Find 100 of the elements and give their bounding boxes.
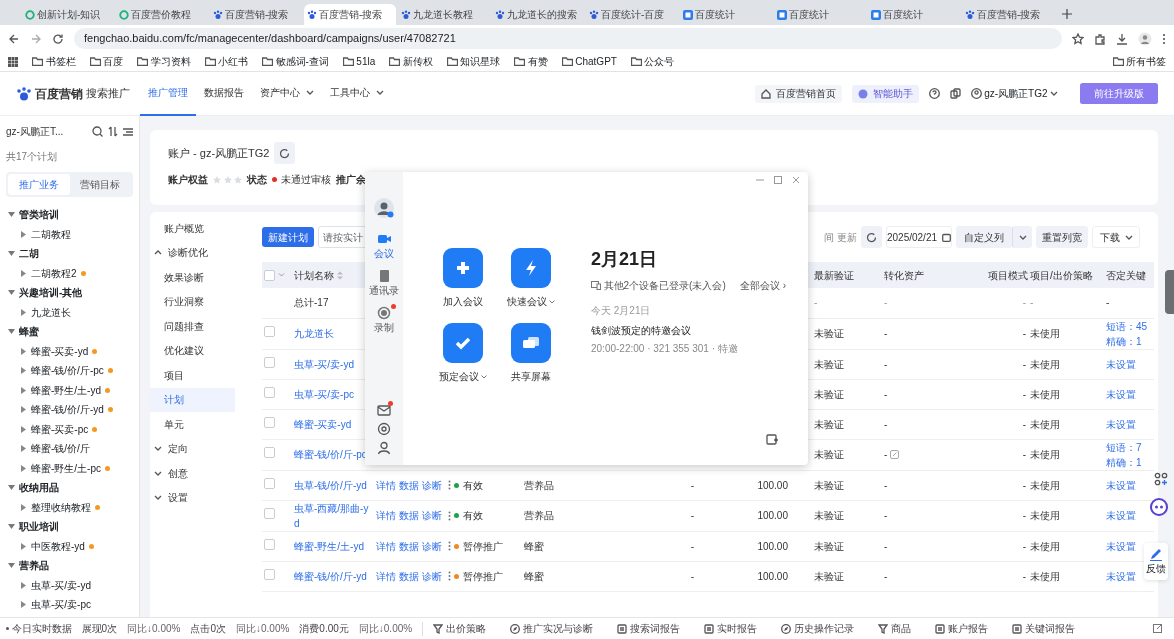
- report-link[interactable]: 实时报告: [704, 621, 758, 636]
- custom-columns-button[interactable]: 自定义列: [956, 226, 1012, 248]
- tree-item[interactable]: 蜂蜜-野生/土-pc: [31, 460, 101, 476]
- column-header[interactable]: 转化资产: [884, 269, 924, 281]
- tree-item[interactable]: 中医教程-yd: [31, 538, 85, 554]
- mail-icon[interactable]: [377, 403, 391, 417]
- browser-tab[interactable]: 百度营销-搜索: [962, 4, 1054, 25]
- bookmark-link[interactable]: 所有书签: [1112, 54, 1166, 69]
- rail-tab[interactable]: 录制: [374, 306, 394, 335]
- meeting-action-button[interactable]: 共享屏幕: [497, 323, 565, 384]
- copy-icon[interactable]: [949, 88, 961, 99]
- bookmark-link[interactable]: 书签栏: [32, 54, 76, 69]
- meeting-action-button[interactable]: 加入会议: [429, 248, 497, 309]
- new-tab-icon[interactable]: [1062, 9, 1072, 19]
- browser-tab[interactable]: 百度统计: [680, 4, 772, 25]
- nav-item[interactable]: 账户概览: [150, 216, 235, 241]
- address-bar[interactable]: fengchao.baidu.com/fc/managecenter/dashboard/campaigns/user/47082721: [74, 28, 1062, 49]
- tree-item[interactable]: 整理收纳教程: [31, 499, 91, 515]
- search-icon[interactable]: [92, 126, 103, 137]
- collapsed-triangle-icon[interactable]: [20, 503, 27, 511]
- action-link[interactable]: 数据: [399, 568, 419, 584]
- nav-item[interactable]: 诊断优化: [150, 240, 235, 265]
- collapsed-triangle-icon[interactable]: [20, 425, 27, 433]
- checkbox[interactable]: [264, 269, 275, 281]
- browser-tab[interactable]: 九龙道长教程: [398, 4, 490, 25]
- collapsed-triangle-icon[interactable]: [20, 308, 27, 316]
- user-icon[interactable]: [377, 441, 391, 455]
- tree-item[interactable]: 收纳用品: [19, 480, 59, 496]
- report-link[interactable]: 账户报告: [935, 621, 989, 636]
- tree-item[interactable]: 兴趣培训-其他: [19, 285, 83, 301]
- browser-tab[interactable]: 九龙道长的搜索: [492, 4, 584, 25]
- report-link[interactable]: 搜索词报告: [617, 621, 681, 636]
- sort-icon[interactable]: [108, 126, 118, 137]
- action-link[interactable]: 数据: [399, 477, 419, 493]
- calendar-add-icon[interactable]: [766, 433, 778, 445]
- bookmark-link[interactable]: 新传权: [389, 54, 433, 69]
- extension-icon[interactable]: [1094, 32, 1106, 45]
- nav-tab[interactable]: 工具中心: [322, 71, 392, 116]
- plan-link[interactable]: 虫草-钱/价/斤-yd: [294, 477, 372, 493]
- checkbox[interactable]: [264, 416, 275, 428]
- bookmark-link[interactable]: 知识星球: [446, 54, 501, 69]
- bookmark-link[interactable]: ChatGPT: [561, 54, 617, 69]
- nav-item[interactable]: 行业洞察: [150, 289, 235, 314]
- date-field[interactable]: 2025/02/21: [886, 226, 952, 248]
- checkbox[interactable]: [264, 477, 275, 489]
- nav-tab[interactable]: 资产中心: [252, 71, 322, 116]
- action-link[interactable]: 诊断: [422, 477, 442, 493]
- tree-item[interactable]: 管类培训: [19, 207, 59, 223]
- negative-keyword-link[interactable]: 未设置: [1106, 356, 1136, 372]
- expanded-triangle-icon[interactable]: [8, 523, 15, 531]
- tree-item[interactable]: 二胡教程2: [31, 265, 77, 281]
- negative-keyword-link[interactable]: 未设置: [1106, 508, 1136, 523]
- assistant-button[interactable]: 智能助手: [851, 84, 919, 103]
- more-icon[interactable]: [448, 480, 451, 490]
- collapsed-triangle-icon[interactable]: [20, 542, 27, 550]
- all-meetings-link[interactable]: 全部会议 ›: [739, 278, 786, 293]
- checkbox[interactable]: [264, 508, 275, 519]
- report-link[interactable]: 推广实况与诊断: [510, 621, 594, 636]
- tree-item[interactable]: 蜂蜜-买卖-pc: [31, 421, 89, 437]
- nav-item[interactable]: 定向: [150, 436, 235, 461]
- negative-keyword-link[interactable]: 精确：1: [1106, 333, 1142, 349]
- refresh-button[interactable]: [861, 226, 882, 248]
- action-link[interactable]: 诊断: [422, 568, 442, 584]
- nav-item[interactable]: 优化建议: [150, 338, 235, 363]
- bookmark-link[interactable]: 51la: [342, 54, 376, 69]
- feedback-button[interactable]: 反馈: [1144, 543, 1168, 580]
- nav-item[interactable]: 创意: [150, 461, 235, 486]
- star-icon[interactable]: [1072, 32, 1084, 45]
- checkbox[interactable]: [264, 326, 275, 337]
- segment-tab[interactable]: 推广业务: [8, 174, 70, 195]
- tree-item[interactable]: 二胡: [19, 246, 39, 262]
- action-link[interactable]: 诊断: [422, 508, 442, 523]
- checkbox[interactable]: [264, 568, 275, 580]
- negative-keyword-link[interactable]: 未设置: [1106, 568, 1136, 584]
- tree-item[interactable]: 二胡教程: [31, 226, 71, 242]
- meeting-title[interactable]: 钱剑波预定的特邀会议: [591, 323, 786, 338]
- checkbox[interactable]: [264, 447, 275, 458]
- bookmark-link[interactable]: 公众号: [630, 54, 675, 69]
- plan-link[interactable]: 虫草-西藏/那曲-yd: [294, 500, 372, 531]
- expanded-triangle-icon[interactable]: [8, 211, 15, 219]
- browser-tab[interactable]: 百度统计: [774, 4, 866, 25]
- negative-keyword-link[interactable]: 未设置: [1106, 416, 1136, 432]
- negative-keyword-link[interactable]: 短语：7: [1106, 439, 1142, 455]
- collapsed-triangle-icon[interactable]: [20, 464, 27, 472]
- report-link[interactable]: 出价策略: [433, 621, 487, 636]
- scrollbar-handle[interactable]: [1165, 270, 1174, 314]
- external-icon[interactable]: [1153, 624, 1162, 633]
- browser-tab[interactable]: 百度统计: [868, 4, 960, 25]
- collapsed-triangle-icon[interactable]: [20, 367, 27, 375]
- bookmark-link[interactable]: 敏感词-查词: [262, 54, 329, 69]
- plan-link[interactable]: 蜂蜜-钱/价/斤-yd: [294, 568, 372, 584]
- browser-tab[interactable]: 百度营销-搜索: [304, 4, 396, 25]
- collapsed-triangle-icon[interactable]: [20, 386, 27, 394]
- plan-link[interactable]: 蜂蜜-野生/土-yd: [294, 538, 372, 554]
- settings-icon[interactable]: [377, 422, 391, 436]
- action-link[interactable]: 详情: [376, 538, 396, 554]
- edit-icon[interactable]: [889, 450, 899, 459]
- tree-item[interactable]: 蜂蜜-钱/价/斤-yd: [31, 402, 104, 418]
- action-link[interactable]: 详情: [376, 508, 396, 523]
- browser-tab[interactable]: 创新计划-知识: [22, 4, 114, 25]
